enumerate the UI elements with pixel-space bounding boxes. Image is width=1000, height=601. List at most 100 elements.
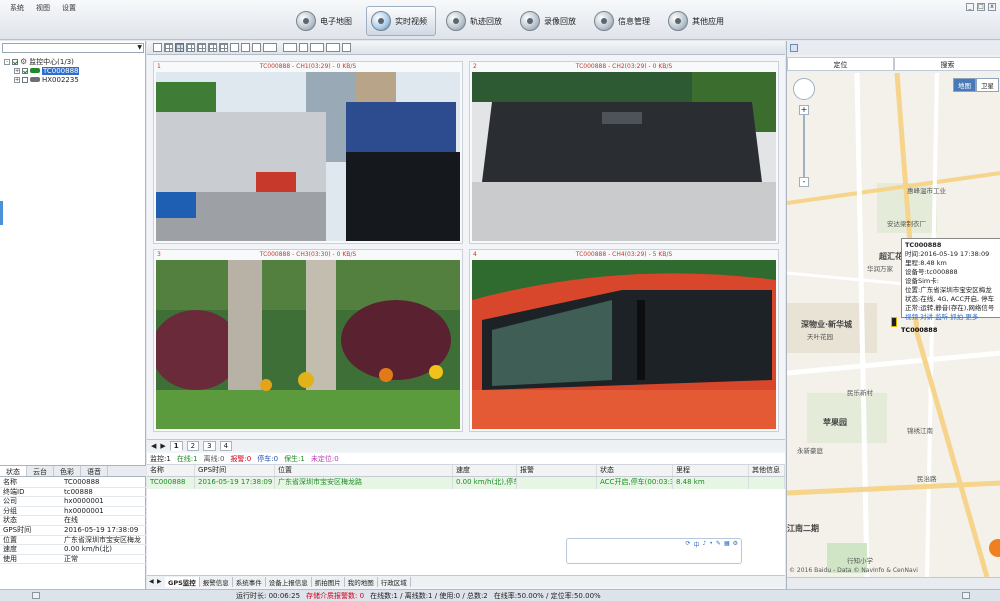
stop-button[interactable]	[326, 43, 340, 52]
tree-item-tc000888[interactable]: + TC000888	[4, 66, 80, 75]
tree-root[interactable]: - ⚙ 监控中心(1/3)	[4, 57, 79, 66]
baidu-map[interactable]: + - 地图 卫星 惠峰温市工业 安达梁制衣厂 超汇花园 华润万家 深物业·新华城 天叶花…	[787, 73, 1000, 577]
tab-other-apps[interactable]: 其他应用	[664, 6, 732, 36]
popup-link-talk[interactable]: 对讲	[920, 313, 933, 321]
col-other[interactable]: 其他信息	[749, 465, 785, 476]
map-type-map[interactable]: 地图	[953, 78, 976, 92]
tab-live-video[interactable]: 实时视频	[366, 6, 436, 36]
expand-icon[interactable]: +	[14, 76, 20, 83]
map-float-button[interactable]	[989, 539, 1000, 557]
tab-search[interactable]: 搜索	[894, 57, 1000, 71]
close-all-button[interactable]	[342, 43, 351, 52]
next-page-icon[interactable]: ▶	[160, 442, 165, 450]
layout-8-button[interactable]	[197, 43, 206, 52]
tab-alarm-info[interactable]: 报警信息	[200, 576, 233, 587]
record-button[interactable]	[241, 43, 250, 52]
chevron-down-icon[interactable]: ▼	[137, 44, 142, 51]
chat-input-box[interactable]: ⟳ 中 ♪ • ✎ ▦ ⚙	[566, 538, 742, 564]
play-button[interactable]	[310, 43, 324, 52]
tree-checkbox[interactable]	[22, 67, 28, 74]
layout-4-active-button[interactable]	[175, 43, 184, 52]
page-tab-2[interactable]: 2	[186, 440, 200, 451]
tab-ptz[interactable]: 云台	[27, 466, 54, 476]
next-tab-icon[interactable]: ▶	[157, 578, 165, 585]
page-tab-3[interactable]: 3	[203, 440, 216, 451]
collapse-icon[interactable]: -	[4, 58, 10, 65]
map-pan-control[interactable]	[793, 78, 815, 100]
scroll-right-button[interactable]	[962, 592, 970, 599]
popup-link-snapshot[interactable]: 抓拍	[950, 313, 963, 321]
menu-view[interactable]: 视图	[36, 3, 50, 13]
prev-tab-icon[interactable]: ◀	[149, 578, 157, 585]
dot-icon[interactable]: •	[709, 540, 713, 548]
zoom-out-button[interactable]: -	[799, 177, 809, 187]
expand-icon[interactable]: +	[14, 67, 20, 74]
layout-4-button[interactable]	[164, 43, 173, 52]
video-window-1[interactable]: 1 TC000888 - CH1(03:29) - 0 KB/S	[153, 61, 463, 244]
stream-select-button[interactable]	[263, 43, 277, 52]
fullscreen-button[interactable]	[252, 43, 261, 52]
col-name[interactable]: 名称	[147, 465, 195, 476]
settings-button[interactable]	[299, 43, 308, 52]
popup-link-more[interactable]: 更多	[965, 313, 978, 321]
gear-icon[interactable]: ⚙	[733, 540, 738, 548]
prev-page-icon[interactable]: ◀	[151, 442, 156, 450]
menu-settings[interactable]: 设置	[62, 3, 76, 13]
tree-checkbox[interactable]	[12, 58, 18, 65]
device-search-input[interactable]: ▼	[2, 43, 144, 53]
col-position[interactable]: 位置	[275, 465, 453, 476]
tab-device-report[interactable]: 设备上报信息	[266, 576, 312, 587]
tab-voice[interactable]: 语音	[81, 466, 108, 476]
popup-link-listen[interactable]: 监听	[935, 313, 948, 321]
menu-system[interactable]: 系统	[10, 3, 24, 13]
tab-electronic-map[interactable]: 电子地图	[292, 6, 360, 36]
tab-gps-monitor[interactable]: GPS监控	[165, 576, 200, 587]
layout-9-button[interactable]	[208, 43, 217, 52]
tab-status[interactable]: 状态	[0, 466, 27, 476]
tab-my-map[interactable]: 我的地图	[345, 576, 378, 587]
close-button[interactable]: x	[988, 3, 996, 11]
tab-system-events[interactable]: 系统事件	[233, 576, 266, 587]
music-icon[interactable]: ♪	[703, 540, 707, 548]
col-speed[interactable]: 速度	[453, 465, 517, 476]
save-icon[interactable]	[790, 44, 798, 52]
tab-admin-region[interactable]: 行政区域	[378, 576, 411, 587]
tab-snapshots[interactable]: 抓拍图片	[312, 576, 345, 587]
pen-icon[interactable]: ✎	[716, 540, 721, 548]
refresh-icon[interactable]: ⟳	[685, 540, 690, 548]
video-window-3[interactable]: 3 TC000888 - CH3(03:30) - 0 KB/S	[153, 249, 463, 432]
tree-checkbox[interactable]	[22, 76, 28, 83]
minimize-button[interactable]: _	[966, 3, 974, 11]
tab-color[interactable]: 色彩	[54, 466, 81, 476]
col-gps-time[interactable]: GPS时间	[195, 465, 275, 476]
window-select-button[interactable]	[283, 43, 297, 52]
info-key: GPS时间	[3, 525, 32, 534]
tab-record-playback[interactable]: 录像回放	[516, 6, 584, 36]
layout-16-button[interactable]	[219, 43, 228, 52]
maximize-button[interactable]: □	[977, 3, 985, 11]
tab-locate[interactable]: 定位	[787, 57, 894, 71]
layout-1-button[interactable]	[153, 43, 162, 52]
zoom-slider[interactable]	[803, 115, 805, 177]
popup-link-video[interactable]: 视频	[905, 313, 918, 321]
video-window-2[interactable]: 2 TC000888 - CH2(03:29) - 0 KB/S	[469, 61, 779, 244]
layout-6-button[interactable]	[186, 43, 195, 52]
vehicle-marker-icon[interactable]	[891, 317, 897, 327]
scroll-left-button[interactable]	[32, 592, 40, 599]
keyboard-icon[interactable]: ▦	[724, 540, 730, 548]
tree-item-hx002235[interactable]: + HX002235	[4, 75, 79, 84]
panel-collapse-handle[interactable]	[0, 201, 3, 225]
page-tab-1[interactable]: 1	[169, 440, 183, 451]
tab-info-management[interactable]: 信息管理	[590, 6, 658, 36]
snapshot-button[interactable]	[230, 43, 239, 52]
video-window-4[interactable]: 4 TC000888 - CH4(03:29) - 5 KB/S	[469, 249, 779, 432]
col-alarm[interactable]: 报警	[517, 465, 597, 476]
zoom-in-button[interactable]: +	[799, 105, 809, 115]
col-mileage[interactable]: 里程	[673, 465, 749, 476]
tab-track-playback[interactable]: 轨迹回放	[442, 6, 510, 36]
table-row[interactable]: TC000888 2016-05-19 17:38:09 广东省深圳市宝安区梅龙…	[147, 477, 785, 489]
map-type-satellite[interactable]: 卫星	[976, 78, 999, 92]
col-status[interactable]: 状态	[597, 465, 673, 476]
page-tab-4[interactable]: 4	[219, 440, 233, 451]
ime-chinese-icon[interactable]: 中	[694, 540, 700, 549]
